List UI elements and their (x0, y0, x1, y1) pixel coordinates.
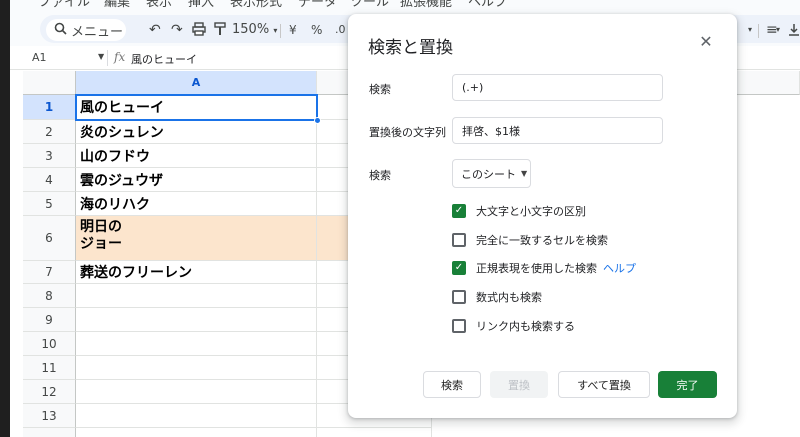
row-header[interactable]: 12 (23, 380, 76, 404)
formula-input[interactable]: 風のヒューイ (131, 51, 197, 67)
cell-a2[interactable]: 炎のシュレン (76, 120, 317, 144)
fx-icon: fx (114, 50, 126, 64)
chevron-down-icon[interactable]: ▼ (98, 52, 104, 61)
cell-a9[interactable] (76, 308, 317, 332)
cell-a10[interactable] (76, 332, 317, 356)
cell-a14[interactable] (76, 428, 317, 437)
zoom-select[interactable]: 150% ▾ (232, 22, 277, 37)
option-regex[interactable]: ✓ 正規表現を使用した検索 ヘルプ (452, 259, 636, 277)
dialog-title: 検索と置換 (368, 38, 453, 58)
option-label: リンク内も検索する (476, 320, 575, 333)
vertical-align-icon[interactable] (788, 22, 800, 40)
row-header[interactable]: 1 (23, 95, 76, 120)
paint-format-icon[interactable] (214, 22, 226, 40)
cell-a11[interactable] (76, 356, 317, 380)
row-header[interactable]: 4 (23, 168, 76, 192)
checkbox-search-formulas[interactable] (452, 290, 466, 304)
cell-a6-text: 明日の ジョー (80, 219, 122, 252)
column-header-a[interactable]: A (76, 71, 317, 95)
row-header[interactable]: 7 (23, 261, 76, 284)
find-replace-dialog: 検索と置換 ✕ 検索 (.+) 置換後の文字列 拝啓、$1様 検索 このシート … (348, 14, 737, 418)
toolbar-divider (280, 24, 281, 38)
name-box[interactable]: A1 (32, 51, 47, 64)
row-header[interactable]: 3 (23, 144, 76, 168)
regex-help-link[interactable]: ヘルプ (603, 260, 636, 276)
decrease-decimal-button[interactable]: .0 (335, 22, 346, 38)
option-search-formulas[interactable]: 数式内も検索 (452, 288, 542, 306)
row-header[interactable] (23, 428, 76, 437)
row-header[interactable]: 5 (23, 192, 76, 216)
done-button[interactable]: 完了 (658, 371, 717, 398)
checkbox-search-links[interactable] (452, 319, 466, 333)
chevron-down-icon: ▾ (273, 26, 278, 35)
undo-icon[interactable]: ↶ (149, 22, 161, 38)
fill-handle[interactable] (314, 117, 321, 124)
find-label: 検索 (369, 83, 391, 96)
percent-format-button[interactable]: % (311, 22, 322, 38)
menu-edit[interactable]: 編集 (104, 0, 130, 10)
row-header[interactable]: 2 (23, 120, 76, 144)
scope-label: 検索 (369, 169, 391, 182)
replace-label: 置換後の文字列 (369, 126, 446, 139)
option-search-links[interactable]: リンク内も検索する (452, 317, 575, 335)
option-label: 数式内も検索 (476, 291, 542, 304)
currency-format-button[interactable]: ¥ (289, 22, 297, 38)
row-header[interactable]: 10 (23, 332, 76, 356)
toolbar-divider (758, 24, 759, 38)
search-icon (54, 22, 67, 39)
replace-input[interactable]: 拝啓、$1様 (452, 117, 663, 144)
option-match-case[interactable]: ✓ 大文字と小文字の区別 (452, 202, 586, 220)
cell-a13[interactable] (76, 404, 317, 428)
cell-a4[interactable]: 雲のジュウザ (76, 168, 317, 192)
scope-select[interactable]: このシート ▼ (452, 159, 531, 188)
chevron-down-icon[interactable]: ▾ (748, 22, 752, 38)
checkbox-match-case[interactable]: ✓ (452, 204, 466, 218)
cell-a8[interactable] (76, 284, 317, 308)
menu-data[interactable]: データ (298, 0, 337, 10)
option-label: 大文字と小文字の区別 (476, 205, 586, 218)
replace-all-button[interactable]: すべて置換 (558, 371, 650, 398)
option-match-entire-cell[interactable]: 完全に一致するセルを検索 (452, 231, 608, 249)
row-header[interactable]: 11 (23, 356, 76, 380)
checkbox-match-entire-cell[interactable] (452, 233, 466, 247)
menu-help[interactable]: ヘルプ (468, 0, 507, 10)
menu-file[interactable]: ファイル (38, 0, 90, 10)
menu-search-label: メニュー (71, 24, 124, 40)
checkbox-regex[interactable]: ✓ (452, 261, 466, 275)
find-input[interactable]: (.+) (452, 74, 663, 101)
cell-a5[interactable]: 海のリハク (76, 192, 317, 216)
formula-divider (107, 50, 108, 66)
close-icon[interactable]: ✕ (696, 31, 716, 51)
find-button[interactable]: 検索 (423, 371, 481, 398)
row-header[interactable]: 9 (23, 308, 76, 332)
row-header[interactable]: 6 (23, 216, 76, 261)
cell-a6[interactable]: 明日の ジョー (76, 216, 317, 261)
row-header[interactable]: 8 (23, 284, 76, 308)
option-label: 正規表現を使用した検索 (476, 262, 597, 275)
scope-value: このシート (461, 167, 516, 181)
redo-icon[interactable]: ↷ (171, 22, 183, 38)
chevron-down-icon[interactable]: ▾ (776, 22, 780, 38)
window-edge (0, 0, 10, 437)
cell-a12[interactable] (76, 380, 317, 404)
active-cell-outline (75, 94, 318, 121)
print-icon[interactable] (192, 22, 206, 40)
zoom-value: 150% (232, 22, 270, 37)
chevron-down-icon: ▼ (521, 169, 528, 178)
option-label: 完全に一致するセルを検索 (476, 234, 608, 247)
menu-search-box[interactable]: メニュー (46, 19, 126, 41)
menu-tools[interactable]: ツール (350, 0, 389, 10)
cell-a3[interactable]: 山のフドウ (76, 144, 317, 168)
menu-format[interactable]: 表示形式 (230, 0, 282, 10)
cell-a7[interactable]: 葬送のフリーレン (76, 261, 317, 284)
menu-insert[interactable]: 挿入 (188, 0, 214, 10)
menu-view[interactable]: 表示 (146, 0, 172, 10)
replace-button: 置換 (490, 371, 548, 398)
select-all-corner[interactable] (23, 71, 76, 95)
row-header[interactable]: 13 (23, 404, 76, 428)
cell-b14[interactable] (317, 428, 432, 437)
menu-extensions[interactable]: 拡張機能 (400, 0, 452, 10)
menu-bar: ファイル 編集 表示 挿入 表示形式 データ ツール 拡張機能 ヘルプ (0, 0, 800, 12)
